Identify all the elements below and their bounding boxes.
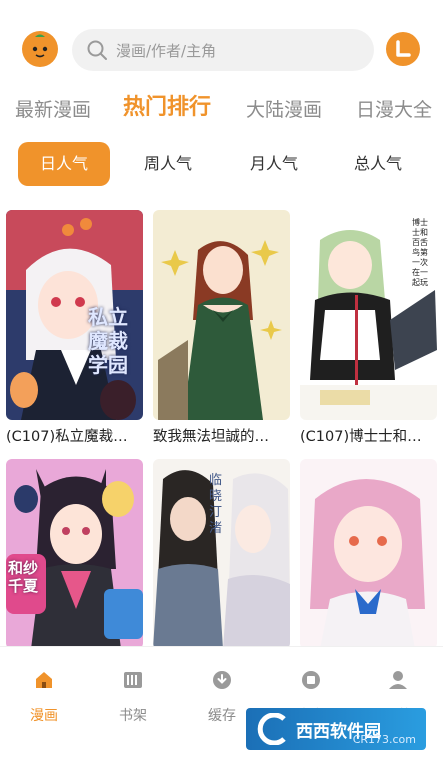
- download-icon: [192, 667, 252, 693]
- comic-cover[interactable]: 私立魔裁学园: [6, 210, 143, 420]
- nav-cache[interactable]: 缓存: [192, 667, 252, 725]
- comic-title[interactable]: (C107)博士士和…: [300, 426, 437, 448]
- comic-card[interactable]: 和纱千夏: [6, 459, 143, 677]
- nav-label: 缓存: [208, 708, 236, 724]
- cover-text: 博士士和百舌鸟第一次在一起玩: [412, 218, 428, 287]
- category-tabs: 最新漫画 热门排行 大陆漫画 日漫大全: [0, 92, 443, 128]
- comic-cover[interactable]: 临晓汀渚: [153, 459, 290, 649]
- orange-mascot-icon[interactable]: [22, 31, 58, 67]
- nav-label: 书架: [119, 708, 147, 724]
- user-avatar-icon[interactable]: [386, 32, 420, 66]
- comic-card[interactable]: 致我無法坦誠的…: [153, 210, 290, 448]
- comic-cover[interactable]: [153, 210, 290, 420]
- comic-card[interactable]: 私立魔裁学园 (C107)私立魔裁…: [6, 210, 143, 448]
- comic-title[interactable]: (C107)私立魔裁…: [6, 426, 143, 448]
- bookshelf-icon: [103, 667, 163, 693]
- search-icon: [87, 40, 107, 60]
- tab-monthly-popularity[interactable]: 月人气: [228, 142, 320, 186]
- nav-bookshelf[interactable]: 书架: [103, 667, 163, 725]
- search-input[interactable]: 漫画/作者/主角: [72, 29, 374, 71]
- nav-label: 漫画: [30, 708, 58, 724]
- comic-card[interactable]: 博士士和百舌鸟第一次在一起玩 (C107)博士士和…: [300, 210, 437, 448]
- rank-tabs: 日人气 周人气 月人气 总人气: [0, 142, 443, 186]
- comic-card[interactable]: [300, 459, 437, 677]
- tab-daily-popularity[interactable]: 日人气: [18, 142, 110, 186]
- comic-cover[interactable]: 和纱千夏: [6, 459, 143, 649]
- tab-mainland[interactable]: 大陆漫画: [246, 94, 322, 126]
- tab-total-popularity[interactable]: 总人气: [332, 142, 424, 186]
- comic-cover[interactable]: 博士士和百舌鸟第一次在一起玩: [300, 210, 437, 420]
- watermark-domain: CR173.com: [352, 733, 416, 746]
- request-book-icon: [281, 667, 341, 693]
- nav-comics[interactable]: 漫画: [14, 667, 74, 725]
- watermark-logo-icon: [257, 713, 286, 745]
- cover-text: 私立魔裁学园: [88, 305, 128, 377]
- profile-icon: [368, 667, 428, 693]
- tab-latest[interactable]: 最新漫画: [15, 94, 91, 126]
- app-header: 漫画/作者/主角: [0, 0, 443, 92]
- home-icon: [14, 667, 74, 693]
- cover-text: 和纱千夏: [8, 559, 39, 595]
- tab-weekly-popularity[interactable]: 周人气: [122, 142, 214, 186]
- tab-japanese[interactable]: 日漫大全: [356, 94, 432, 126]
- site-watermark: 西西软件园 CR173.com: [246, 708, 426, 750]
- comic-title[interactable]: 致我無法坦誠的…: [153, 426, 290, 448]
- comic-card[interactable]: 临晓汀渚: [153, 459, 290, 677]
- search-placeholder: 漫画/作者/主角: [116, 41, 217, 60]
- cover-text: 临晓汀渚: [209, 473, 223, 536]
- tab-hot-ranking[interactable]: 热门排行: [123, 92, 211, 124]
- comic-cover[interactable]: [300, 459, 437, 649]
